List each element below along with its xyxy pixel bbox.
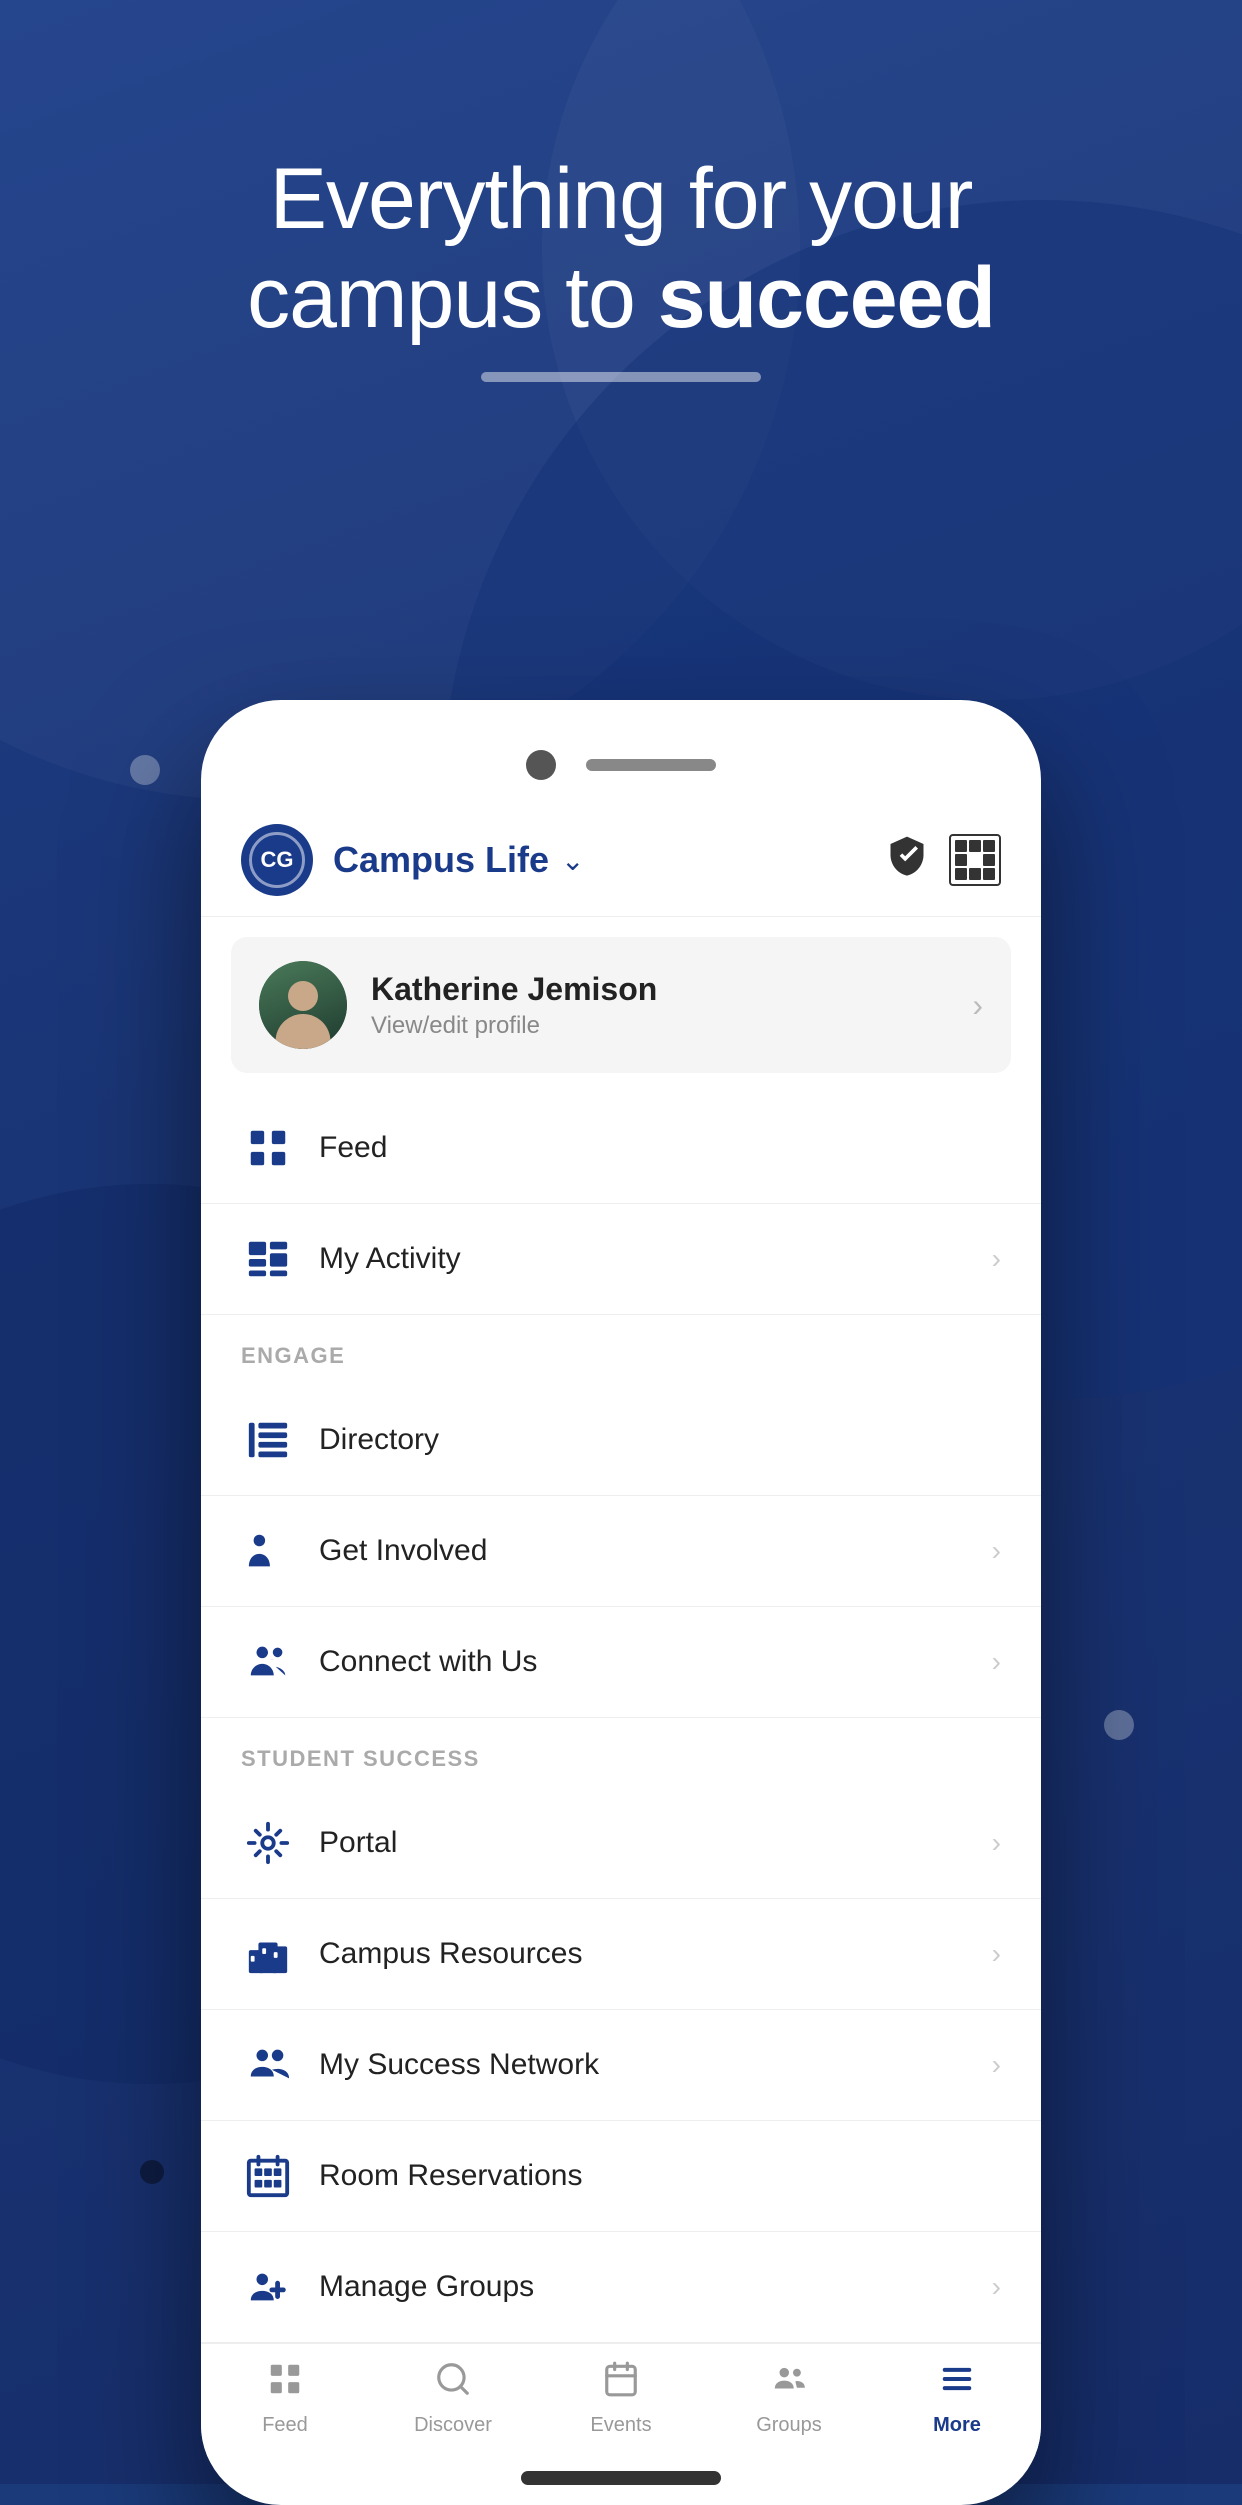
- feed-label: Feed: [319, 1131, 1001, 1165]
- connect-with-us-chevron-icon: ›: [992, 1646, 1001, 1678]
- hero-line1: Everything for your: [270, 151, 973, 247]
- menu-item-get-involved[interactable]: Get Involved ›: [201, 1496, 1041, 1607]
- tab-discover-label: Discover: [414, 2414, 492, 2437]
- menu-item-manage-groups[interactable]: Manage Groups ›: [201, 2232, 1041, 2343]
- tab-more-label: More: [933, 2414, 981, 2437]
- activity-icon: [241, 1232, 295, 1286]
- menu-item-room-reservations[interactable]: Room Reservations: [201, 2121, 1041, 2232]
- phone-screen: CG Campus Life ⌄: [201, 700, 1041, 2505]
- my-success-network-label: My Success Network: [319, 2048, 992, 2082]
- get-involved-icon: [241, 1524, 295, 1578]
- app-name-chevron-icon[interactable]: ⌄: [561, 844, 584, 877]
- tab-discover-icon: [434, 2360, 472, 2408]
- campus-resources-chevron-icon: ›: [992, 1938, 1001, 1970]
- phone-notch: [201, 740, 1041, 804]
- get-involved-label: Get Involved: [319, 1534, 992, 1568]
- profile-info: Katherine Jemison View/edit profile: [371, 971, 972, 1040]
- menu-item-my-success-network[interactable]: My Success Network ›: [201, 2010, 1041, 2121]
- hero-line2: campus to succeed: [247, 250, 995, 346]
- app-logo: CG: [241, 824, 313, 896]
- tab-groups-icon: [770, 2360, 808, 2408]
- shield-icon[interactable]: [885, 833, 929, 887]
- menu-item-feed[interactable]: Feed: [201, 1093, 1041, 1204]
- profile-name: Katherine Jemison: [371, 971, 972, 1008]
- app-header: CG Campus Life ⌄: [201, 804, 1041, 917]
- campus-resources-icon: [241, 1927, 295, 1981]
- tab-events-icon: [602, 2360, 640, 2408]
- hero-section: Everything for your campus to succeed: [0, 150, 1242, 382]
- portal-label: Portal: [319, 1826, 992, 1860]
- menu-item-directory[interactable]: Directory: [201, 1385, 1041, 1496]
- qr-code-icon[interactable]: [949, 834, 1001, 886]
- campus-resources-label: Campus Resources: [319, 1937, 992, 1971]
- app-logo-inner: CG: [249, 832, 305, 888]
- portal-chevron-icon: ›: [992, 1827, 1001, 1859]
- manage-groups-icon: [241, 2260, 295, 2314]
- room-reservations-label: Room Reservations: [319, 2159, 1001, 2193]
- manage-groups-chevron-icon: ›: [992, 2271, 1001, 2303]
- menu-item-portal[interactable]: Portal ›: [201, 1788, 1041, 1899]
- engage-section-header: ENGAGE: [201, 1315, 1041, 1385]
- header-icons: [885, 833, 1001, 887]
- camera-dot: [526, 750, 556, 780]
- room-reservations-icon: [241, 2149, 295, 2203]
- tab-feed-icon: [266, 2360, 304, 2408]
- tab-discover[interactable]: Discover: [369, 2360, 537, 2437]
- success-network-icon: [241, 2038, 295, 2092]
- tab-bar: Feed Discover: [201, 2343, 1041, 2461]
- manage-groups-label: Manage Groups: [319, 2270, 992, 2304]
- tab-more[interactable]: More: [873, 2360, 1041, 2437]
- decoration-dot-1: [130, 755, 160, 785]
- decoration-dot-2: [1104, 1710, 1134, 1740]
- get-involved-chevron-icon: ›: [992, 1535, 1001, 1567]
- tab-groups-label: Groups: [756, 2414, 822, 2437]
- my-activity-chevron-icon: ›: [992, 1243, 1001, 1275]
- tab-groups[interactable]: Groups: [705, 2360, 873, 2437]
- avatar: [259, 961, 347, 1049]
- directory-icon: [241, 1413, 295, 1467]
- tab-events[interactable]: Events: [537, 2360, 705, 2437]
- my-activity-label: My Activity: [319, 1242, 992, 1276]
- tab-events-label: Events: [590, 2414, 651, 2437]
- speaker-bar: [586, 759, 716, 771]
- menu-item-my-activity[interactable]: My Activity ›: [201, 1204, 1041, 1315]
- directory-label: Directory: [319, 1423, 1001, 1457]
- decoration-dot-3: [140, 2160, 164, 2184]
- tab-feed[interactable]: Feed: [201, 2360, 369, 2437]
- profile-card[interactable]: Katherine Jemison View/edit profile ›: [231, 937, 1011, 1073]
- home-indicator: [521, 2471, 721, 2485]
- connect-icon: [241, 1635, 295, 1689]
- menu-item-connect-with-us[interactable]: Connect with Us ›: [201, 1607, 1041, 1718]
- my-success-network-chevron-icon: ›: [992, 2049, 1001, 2081]
- student-success-section-header: STUDENT SUCCESS: [201, 1718, 1041, 1788]
- hero-underline: [481, 372, 761, 382]
- portal-icon: [241, 1816, 295, 1870]
- profile-chevron-icon: ›: [972, 987, 983, 1024]
- phone-mockup: CG Campus Life ⌄: [201, 700, 1041, 2505]
- connect-with-us-label: Connect with Us: [319, 1645, 992, 1679]
- tab-feed-label: Feed: [262, 2414, 308, 2437]
- menu-item-campus-resources[interactable]: Campus Resources ›: [201, 1899, 1041, 2010]
- tab-more-icon: [938, 2360, 976, 2408]
- app-name[interactable]: Campus Life: [333, 839, 549, 881]
- feed-icon: [241, 1121, 295, 1175]
- profile-subtitle: View/edit profile: [371, 1012, 972, 1040]
